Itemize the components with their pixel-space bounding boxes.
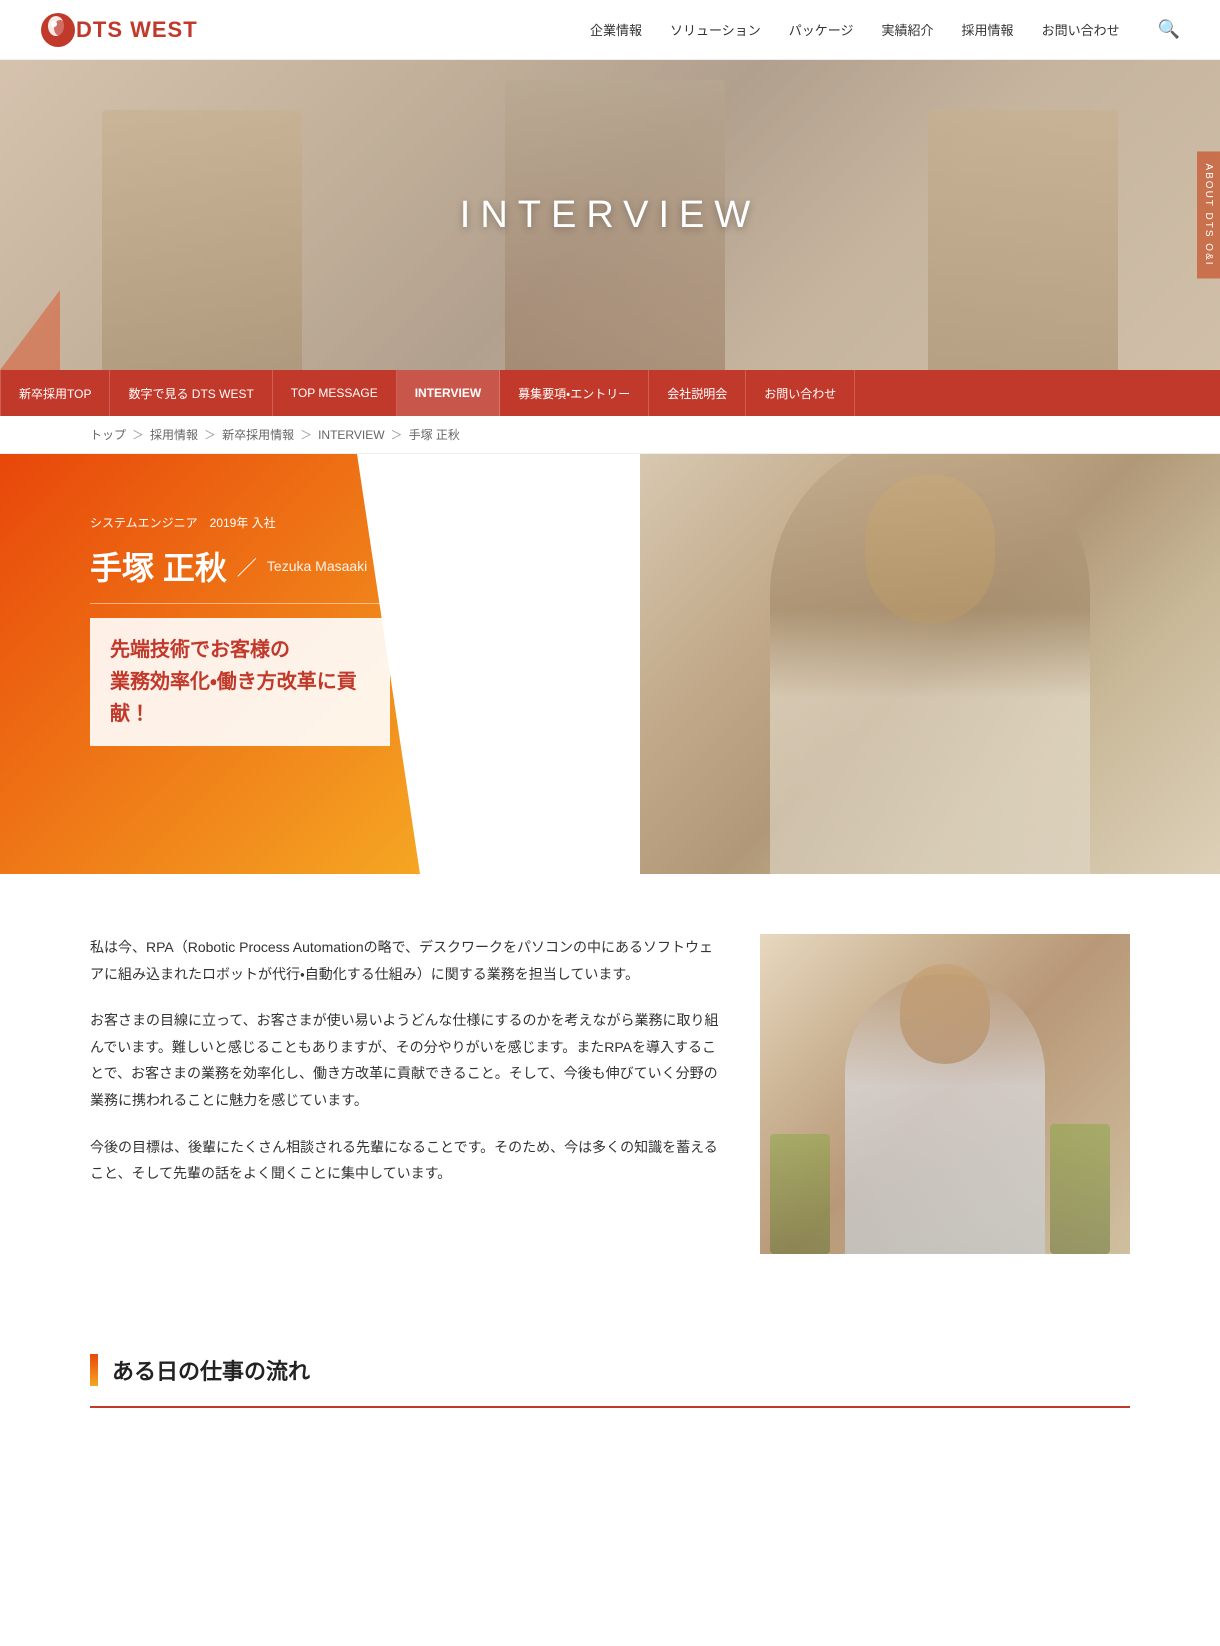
body-paragraph-2: お客さまの目線に立って、お客さまが使い易いようどんな仕様にするのかを考えながら業… bbox=[90, 1007, 720, 1113]
catchphrase-line2: 業務効率化・働き方改革に貢献！ bbox=[110, 666, 370, 730]
profile-catchphrase: 先端技術でお客様の 業務効率化・働き方改革に貢献！ bbox=[90, 618, 390, 746]
sub-nav-item-top[interactable]: 新卒採用TOP bbox=[0, 370, 110, 416]
hero-side-tab: ABOUT DTS O&I bbox=[1197, 151, 1220, 278]
profile-divider bbox=[90, 603, 390, 604]
section-title-bar: ある日の仕事の流れ bbox=[90, 1354, 1130, 1386]
hero-person-3 bbox=[928, 110, 1118, 370]
profile-name-sep: ／ bbox=[237, 552, 257, 581]
profile-name-en: Tezuka Masaaki bbox=[267, 558, 367, 574]
profile-section: システムエンジニア 2019年 入社 手塚 正秋 ／ Tezuka Masaak… bbox=[0, 454, 1220, 874]
nav-item-results[interactable]: 実績紹介 bbox=[882, 20, 934, 39]
profile-name-ja: 手塚 正秋 bbox=[90, 543, 227, 589]
profile-name: 手塚 正秋 ／ Tezuka Masaaki bbox=[90, 543, 390, 589]
breadcrumb-top[interactable]: トップ bbox=[90, 426, 126, 443]
breadcrumb-current: 手塚 正秋 bbox=[409, 426, 460, 443]
breadcrumb-new-recruit[interactable]: 新卒採用情報 bbox=[222, 426, 294, 443]
nav-item-contact[interactable]: お問い合わせ bbox=[1042, 20, 1120, 39]
nav-item-company[interactable]: 企業情報 bbox=[590, 20, 642, 39]
body-paragraph-3: 今後の目標は、後輩にたくさん相談される先輩になることです。そのため、今は多くの知… bbox=[90, 1134, 720, 1187]
hero-title: INTERVIEW bbox=[460, 194, 760, 237]
profile-tag: システムエンジニア 2019年 入社 bbox=[90, 514, 390, 531]
breadcrumb-recruit[interactable]: 採用情報 bbox=[150, 426, 198, 443]
main-content: システムエンジニア 2019年 入社 手塚 正秋 ／ Tezuka Masaak… bbox=[0, 454, 1220, 1458]
workflow-section: ある日の仕事の流れ bbox=[0, 1314, 1220, 1458]
profile-left: システムエンジニア 2019年 入社 手塚 正秋 ／ Tezuka Masaak… bbox=[0, 454, 430, 874]
body-section: 私は今、RPA（Robotic Process Automationの略で、デス… bbox=[0, 874, 1220, 1314]
sub-nav-item-contact[interactable]: お問い合わせ bbox=[746, 370, 855, 416]
hero-section: INTERVIEW ABOUT DTS O&I bbox=[0, 60, 1220, 370]
profile-photo-area bbox=[640, 454, 1220, 874]
sub-nav-item-interview[interactable]: INTERVIEW bbox=[397, 370, 500, 416]
body-text: 私は今、RPA（Robotic Process Automationの略で、デス… bbox=[90, 934, 720, 1254]
breadcrumb-sep-4: ＞ bbox=[391, 426, 403, 443]
sub-nav-item-entry[interactable]: 募集要項・エントリー bbox=[500, 370, 649, 416]
sub-nav-item-briefing[interactable]: 会社説明会 bbox=[649, 370, 746, 416]
nav-item-recruit[interactable]: 採用情報 bbox=[962, 20, 1014, 39]
workflow-title: ある日の仕事の流れ bbox=[112, 1354, 310, 1386]
logo-text: DTS WEST bbox=[76, 17, 198, 43]
hero-triangle-left bbox=[0, 290, 60, 370]
breadcrumb-sep-1: ＞ bbox=[132, 426, 144, 443]
sub-nav-item-top-message[interactable]: TOP MESSAGE bbox=[273, 370, 397, 416]
catchphrase-line1: 先端技術でお客様の bbox=[110, 634, 370, 666]
section-title-accent bbox=[90, 1354, 98, 1386]
breadcrumb-sep-3: ＞ bbox=[300, 426, 312, 443]
breadcrumb-sep-2: ＞ bbox=[204, 426, 216, 443]
sub-nav-item-numbers[interactable]: 数字で見る DTS WEST bbox=[110, 370, 272, 416]
logo-icon bbox=[40, 12, 76, 48]
search-icon[interactable]: 🔍 bbox=[1158, 19, 1180, 40]
breadcrumb-interview[interactable]: INTERVIEW bbox=[318, 428, 384, 442]
body-paragraph-1: 私は今、RPA（Robotic Process Automationの略で、デス… bbox=[90, 934, 720, 987]
hero-person-1 bbox=[102, 110, 302, 370]
breadcrumb: トップ ＞ 採用情報 ＞ 新卒採用情報 ＞ INTERVIEW ＞ 手塚 正秋 bbox=[0, 416, 1220, 454]
main-nav: 企業情報 ソリューション パッケージ 実績紹介 採用情報 お問い合わせ 🔍 bbox=[590, 19, 1180, 40]
section-divider bbox=[90, 1406, 1130, 1408]
logo[interactable]: DTS WEST bbox=[40, 12, 198, 48]
nav-item-package[interactable]: パッケージ bbox=[789, 20, 854, 39]
profile-photo bbox=[640, 454, 1220, 874]
body-photo bbox=[760, 934, 1130, 1254]
header: DTS WEST 企業情報 ソリューション パッケージ 実績紹介 採用情報 お問… bbox=[0, 0, 1220, 60]
nav-item-solution[interactable]: ソリューション bbox=[670, 20, 761, 39]
sub-nav: 新卒採用TOP 数字で見る DTS WEST TOP MESSAGE INTER… bbox=[0, 370, 1220, 416]
